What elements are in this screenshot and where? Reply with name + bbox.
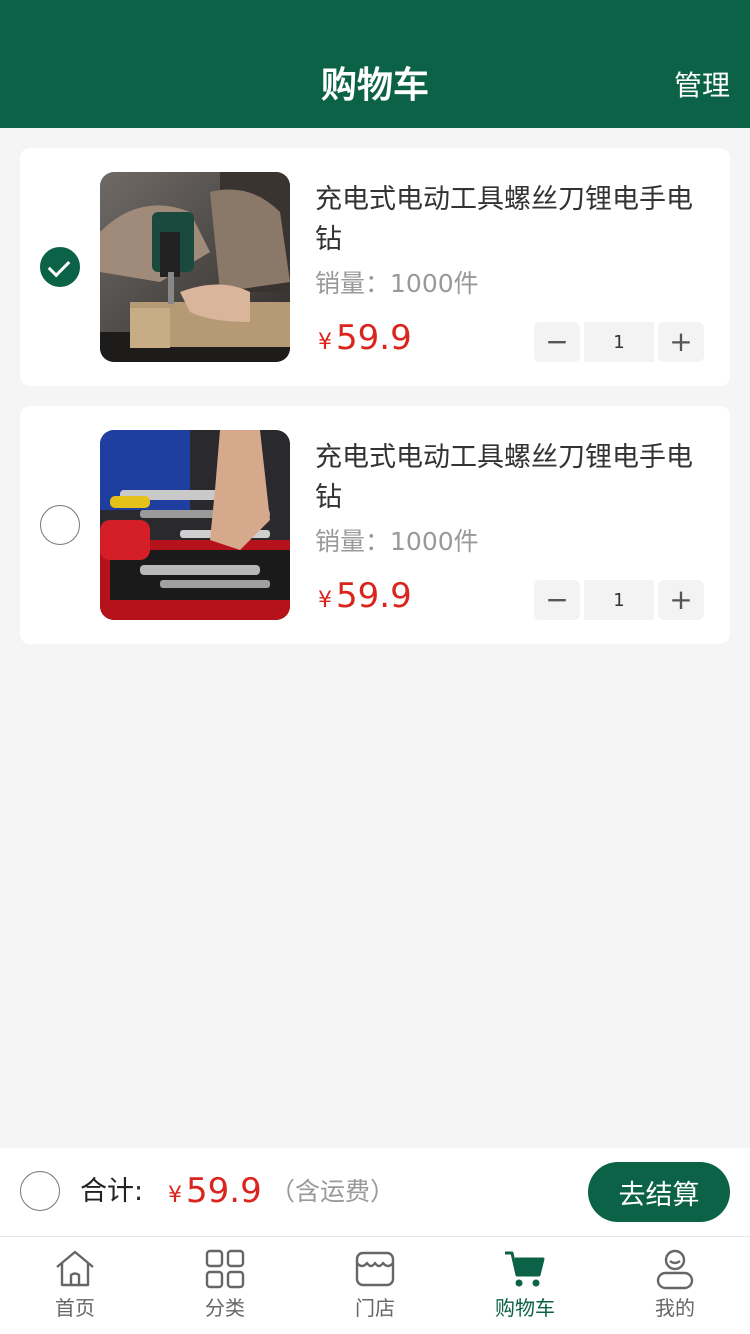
total-price: ¥59.9 — [168, 1171, 262, 1211]
shipping-note: （含运费） — [270, 1177, 396, 1206]
increase-button[interactable]: + — [658, 580, 704, 620]
cart-item: 充电式电动工具螺丝刀锂电手电钻 销量：1000件 ¥59.9 − 1 + — [20, 406, 730, 644]
checkout-bar: 合计: ¥59.9 （含运费） 去结算 — [0, 1148, 750, 1236]
store-icon — [355, 1251, 395, 1287]
item-checkbox-checked[interactable] — [40, 247, 80, 287]
increase-button[interactable]: + — [658, 322, 704, 362]
sales-count: 销量：1000件 — [315, 527, 479, 556]
manage-button[interactable]: 管理 — [674, 64, 730, 108]
app-header: 购物车 管理 — [0, 0, 750, 128]
tab-label: 首页 — [55, 1296, 95, 1320]
total-label: 合计: — [80, 1176, 144, 1207]
decrease-button[interactable]: − — [534, 322, 580, 362]
item-checkbox-unchecked[interactable] — [40, 505, 80, 545]
select-all-checkbox[interactable] — [20, 1171, 60, 1211]
tab-store[interactable]: 门店 — [300, 1237, 450, 1334]
grid-icon — [205, 1249, 245, 1289]
page-title: 购物车 — [320, 65, 429, 106]
cart-item: 充电式电动工具螺丝刀锂电手电钻 销量：1000件 ¥59.9 − 1 + — [20, 148, 730, 386]
product-price: ¥59.9 — [318, 576, 412, 616]
cart-icon — [505, 1251, 545, 1287]
quantity-value[interactable]: 1 — [584, 580, 654, 620]
product-image-toolbox[interactable] — [100, 430, 290, 620]
home-icon — [56, 1250, 94, 1287]
quantity-stepper: − 1 + — [534, 580, 704, 620]
tab-home[interactable]: 首页 — [0, 1237, 150, 1334]
tab-label: 购物车 — [495, 1296, 555, 1320]
product-image-drill[interactable] — [100, 172, 290, 362]
decrease-button[interactable]: − — [534, 580, 580, 620]
quantity-stepper: − 1 + — [534, 322, 704, 362]
bottom-tab-bar: 首页 分类 门店 购物车 我的 — [0, 1236, 750, 1334]
product-name[interactable]: 充电式电动工具螺丝刀锂电手电钻 — [315, 180, 705, 260]
sales-count: 销量：1000件 — [315, 269, 479, 298]
tab-category[interactable]: 分类 — [150, 1237, 300, 1334]
tab-label: 门店 — [355, 1296, 395, 1320]
tab-profile[interactable]: 我的 — [600, 1237, 750, 1334]
user-icon — [656, 1249, 694, 1290]
checkout-button[interactable]: 去结算 — [588, 1162, 730, 1222]
tab-cart[interactable]: 购物车 — [450, 1237, 600, 1334]
tab-label: 我的 — [655, 1296, 695, 1320]
quantity-value[interactable]: 1 — [584, 322, 654, 362]
product-price: ¥59.9 — [318, 318, 412, 358]
product-name[interactable]: 充电式电动工具螺丝刀锂电手电钻 — [315, 438, 705, 518]
tab-label: 分类 — [205, 1296, 245, 1320]
